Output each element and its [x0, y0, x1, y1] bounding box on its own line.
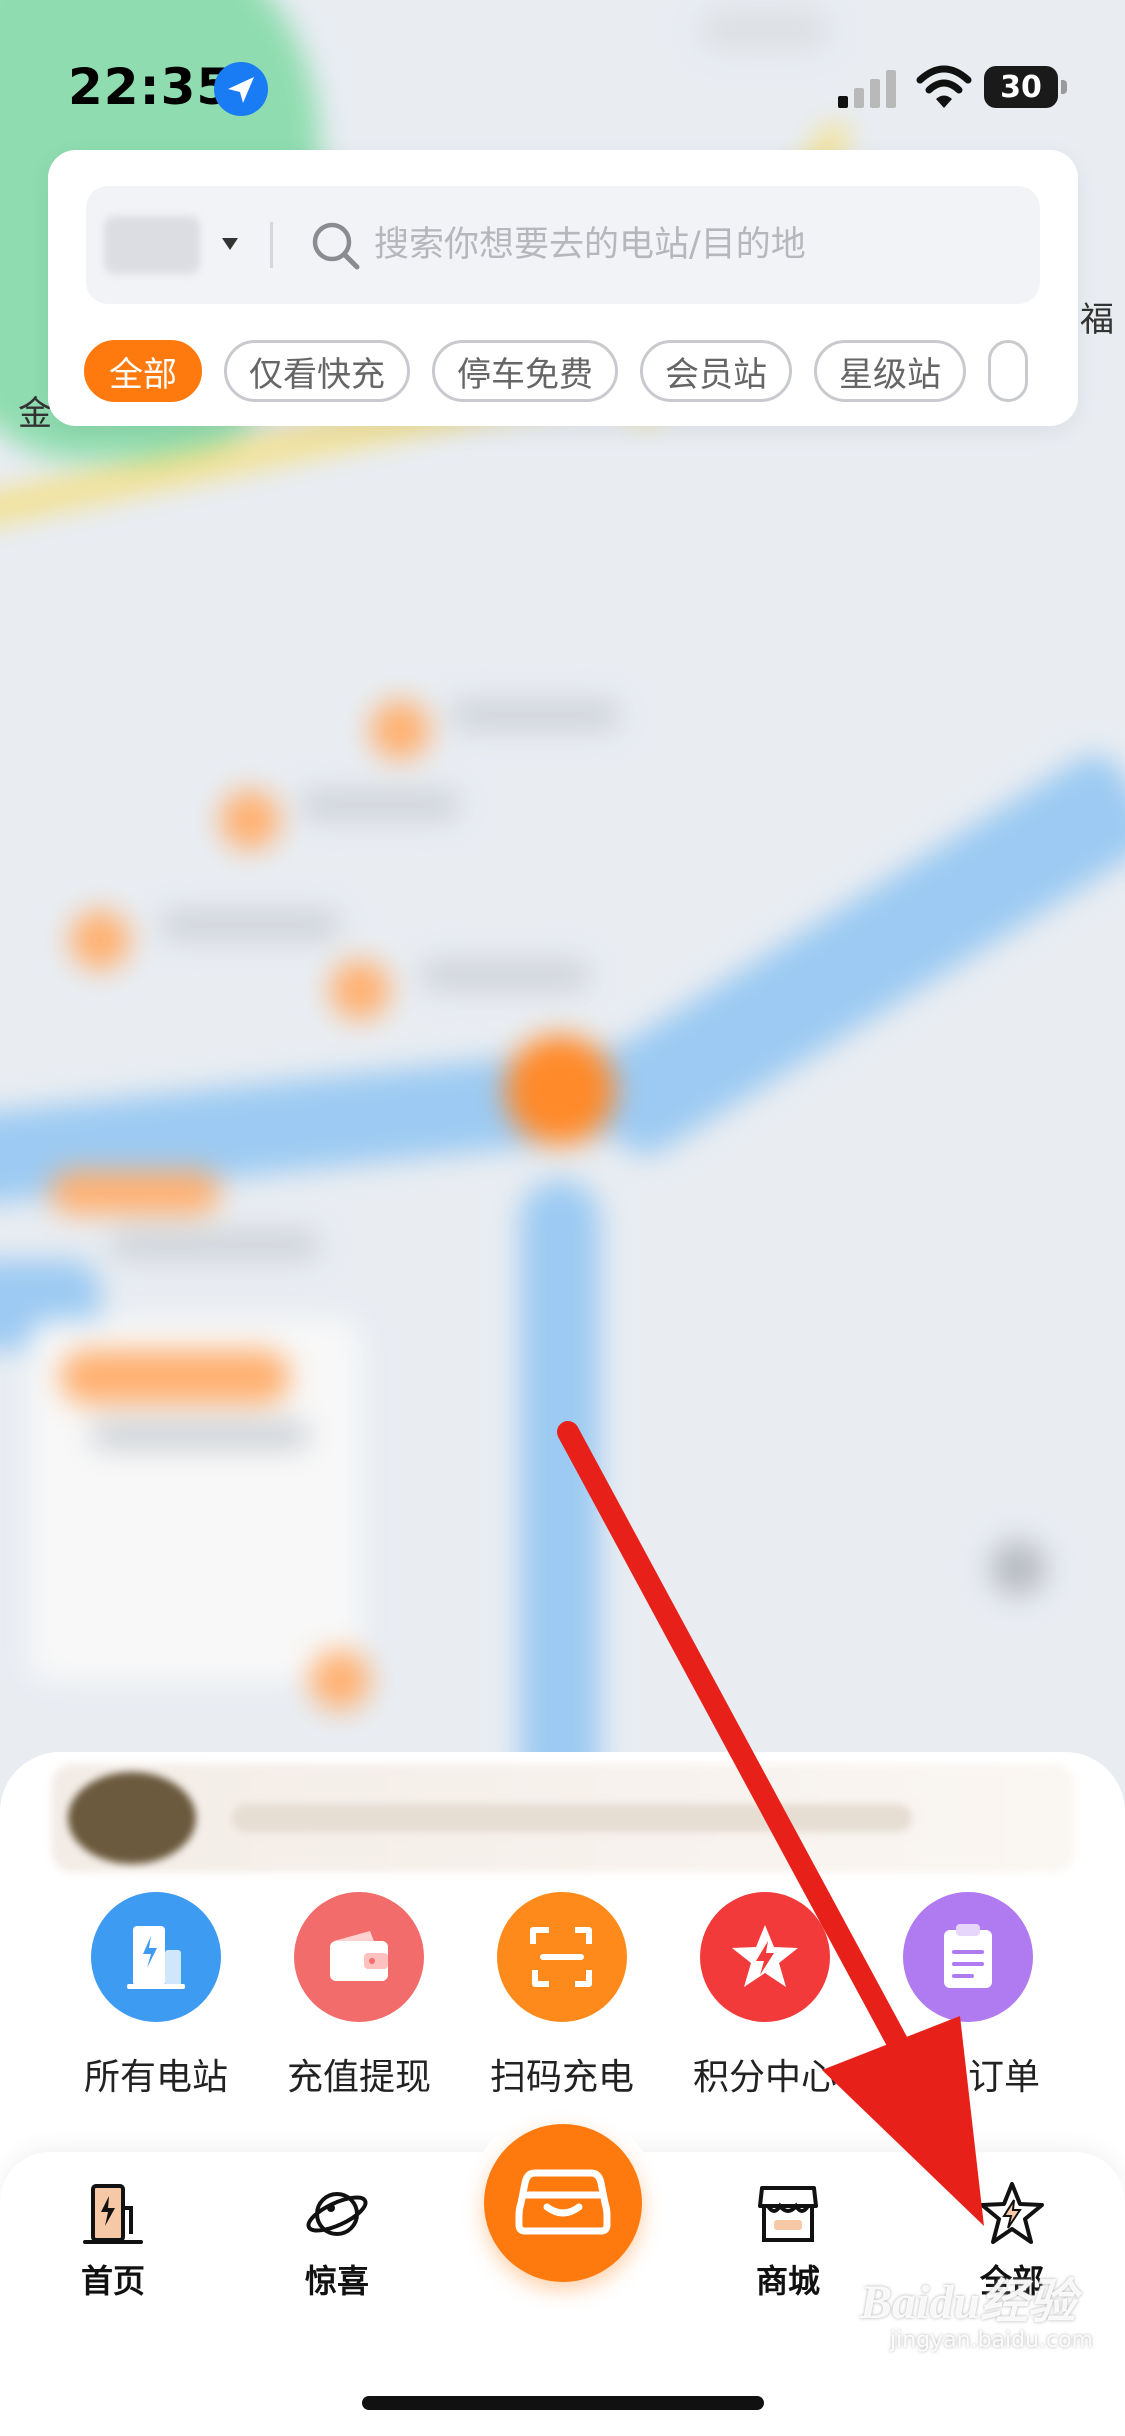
planet-icon: [306, 2192, 368, 2236]
battery-level: 30: [984, 66, 1058, 108]
promo-banner[interactable]: [52, 1764, 1074, 1872]
status-time: 22:35: [68, 58, 233, 116]
home-indicator[interactable]: [362, 2396, 764, 2410]
search-icon: [312, 222, 360, 270]
search-input[interactable]: [374, 212, 994, 278]
caret-down-icon: [222, 238, 238, 250]
cellular-signal-icon: [838, 70, 896, 108]
city-selector[interactable]: [104, 216, 244, 274]
charger-home-icon: [83, 2184, 143, 2244]
quick-action-points-center[interactable]: 积分中心: [665, 1892, 865, 2112]
tab-home[interactable]: 首页: [33, 2180, 193, 2302]
power-station-icon: [91, 1892, 221, 2022]
quick-action-charge-orders[interactable]: 充电订单: [868, 1892, 1068, 2112]
quick-action-label: 所有电站: [83, 2057, 228, 2098]
tab-store[interactable]: 商城: [708, 2180, 868, 2302]
filter-chip-free-parking[interactable]: 停车免费: [432, 340, 618, 402]
map-place-label: 福: [1080, 300, 1114, 340]
quick-action-label: 充值提现: [286, 2057, 431, 2098]
avatar: [68, 1772, 196, 1864]
center-charge-button[interactable]: [468, 2108, 658, 2298]
wallet-icon: [294, 1892, 424, 2022]
watermark-sub: jingyan.baidu.com: [890, 2328, 1094, 2353]
order-clipboard-icon: [903, 1892, 1033, 2022]
filter-chips: 全部 仅看快充 停车免费 会员站 星级站: [84, 340, 1044, 404]
store-icon: [758, 2186, 818, 2242]
quick-action-label: 积分中心: [692, 2057, 837, 2098]
wifi-icon: [916, 65, 972, 108]
star-bolt-outline-icon: [980, 2182, 1044, 2244]
location-arrow-icon: [214, 62, 268, 116]
watermark-main: Baidu经验: [860, 2276, 1077, 2329]
filter-chip-fast-charge[interactable]: 仅看快充: [224, 340, 410, 402]
filter-chip-member-station[interactable]: 会员站: [640, 340, 792, 402]
quick-action-label: 充电订单: [895, 2057, 1040, 2098]
scan-icon: [497, 1892, 627, 2022]
filter-chip-more[interactable]: [988, 340, 1028, 402]
tab-label: 首页: [80, 2262, 145, 2300]
star-bolt-icon: [700, 1892, 830, 2022]
quick-action-all-stations[interactable]: 所有电站: [56, 1892, 256, 2112]
tab-label: 商城: [755, 2262, 820, 2300]
map-place-label: 金: [18, 394, 52, 434]
center-button[interactable]: [484, 2124, 642, 2282]
quick-actions: 所有电站 充值提现 扫码充电 积分中心 充电订单: [0, 1892, 1125, 2112]
tab-surprise[interactable]: 惊喜: [257, 2180, 417, 2302]
search-box[interactable]: [86, 186, 1040, 304]
status-bar: 22:35 30: [0, 0, 1125, 150]
search-card: 全部仅看快充停车免费会员站星级站: [48, 150, 1078, 426]
tab-label: 惊喜: [304, 2262, 369, 2300]
filter-chip-all[interactable]: 全部: [84, 340, 202, 402]
divider: [270, 222, 273, 268]
baidu-watermark: Baidu经验 jingyan.baidu.com: [860, 2262, 1094, 2372]
quick-action-recharge-withdraw[interactable]: 充值提现: [259, 1892, 459, 2112]
quick-action-label: 扫码充电: [489, 2057, 634, 2098]
battery-icon: 30: [984, 66, 1068, 108]
filter-chip-star-station[interactable]: 星级站: [814, 340, 966, 402]
quick-action-scan-charge[interactable]: 扫码充电: [462, 1892, 662, 2112]
car-icon: [515, 2169, 611, 2235]
